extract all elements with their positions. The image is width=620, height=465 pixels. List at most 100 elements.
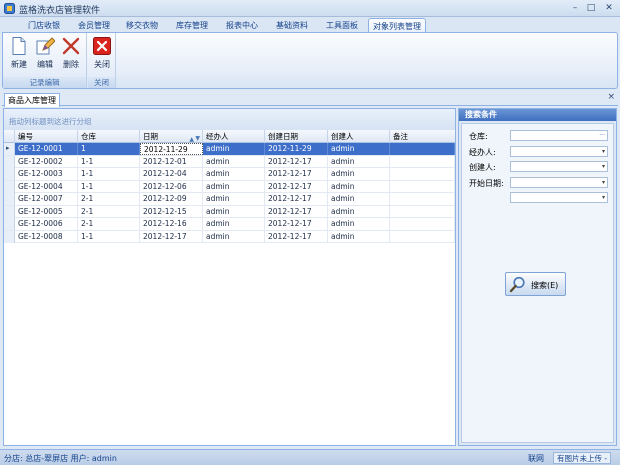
cell-created-date[interactable]: 2012-12-17 [265,230,328,243]
new-button[interactable]: 新建 [7,35,31,75]
row-indicator[interactable] [4,168,15,180]
cell-remark[interactable] [390,180,455,193]
cell-warehouse[interactable]: 2-1 [78,218,140,230]
cell-warehouse[interactable]: 2-1 [78,205,140,218]
cell-creator[interactable]: admin [328,180,390,193]
tab-object-list-management[interactable]: 对象列表管理 [368,18,426,33]
table-row[interactable]: GE-12-0004 1-1 2012-12-06 admin 2012-12-17 ad… [4,180,455,193]
search-button[interactable]: 搜索(E) [505,272,566,296]
cell-warehouse[interactable]: 1-1 [78,155,140,168]
cell-created-date[interactable]: 2012-12-17 [265,193,328,205]
cell-remark[interactable] [390,193,455,205]
cell-code[interactable]: GE-12-0006 [15,218,78,230]
cell-warehouse[interactable]: 1 [78,143,140,155]
chevron-down-icon[interactable]: ▾ [602,193,605,203]
cell-creator[interactable]: admin [328,230,390,243]
cell-code[interactable]: GE-12-0003 [15,168,78,180]
tab-clothes-transfer[interactable]: 移交衣物 [118,18,166,33]
cell-created-date[interactable]: 2012-12-17 [265,180,328,193]
cell-creator[interactable]: admin [328,205,390,218]
cell-date[interactable]: 2012-11-29 [140,143,203,155]
cell-creator[interactable]: admin [328,193,390,205]
delete-button[interactable]: 删除 [59,35,83,75]
column-header-handler[interactable]: 经办人 [203,130,265,143]
cell-created-date[interactable]: 2012-12-17 [265,218,328,230]
ellipsis-icon[interactable]: ··· [599,131,605,141]
cell-handler[interactable]: admin [203,230,265,243]
chevron-down-icon[interactable]: ▾ [602,147,605,157]
cell-remark[interactable] [390,230,455,243]
table-row[interactable]: GE-12-0007 2-1 2012-12-09 admin 2012-12-17 ad… [4,193,455,206]
row-indicator[interactable] [4,230,15,243]
cell-creator[interactable]: admin [328,168,390,180]
row-indicator[interactable] [4,180,15,193]
cell-remark[interactable] [390,168,455,180]
cell-created-date[interactable]: 2012-12-17 [265,168,328,180]
cell-date[interactable]: 2012-12-06 [140,180,203,193]
cell-remark[interactable] [390,205,455,218]
warehouse-input[interactable]: ··· [510,130,608,141]
row-indicator[interactable] [4,193,15,205]
maximize-button[interactable]: □ [584,2,598,14]
handler-select[interactable]: ▾ [510,146,608,157]
tab-member-management[interactable]: 会员管理 [70,18,118,33]
cell-handler[interactable]: admin [203,155,265,168]
chevron-down-icon[interactable]: ▾ [602,162,605,172]
tab-tool-panel[interactable]: 工具面板 [318,18,366,33]
cell-warehouse[interactable]: 2-1 [78,193,140,205]
cell-code[interactable]: GE-12-0005 [15,205,78,218]
edit-button[interactable]: 编辑 [33,35,57,75]
cell-handler[interactable]: admin [203,205,265,218]
cell-created-date[interactable]: 2012-12-17 [265,155,328,168]
tab-basic-data[interactable]: 基础资料 [268,18,316,33]
row-indicator[interactable]: ▸ [4,143,15,155]
tab-report-center[interactable]: 报表中心 [218,18,266,33]
cell-code[interactable]: GE-12-0007 [15,193,78,205]
start-date-picker[interactable]: ▾ [510,177,608,188]
column-header-date[interactable]: 日期 ▲ ▼ [140,130,203,143]
creator-select[interactable]: ▾ [510,161,608,172]
minimize-button[interactable]: – [568,2,582,14]
image-upload-status[interactable]: 有图片未上传 - [553,452,612,464]
column-header-code[interactable]: 编号 [15,130,78,143]
cell-code[interactable]: GE-12-0004 [15,180,78,193]
column-header-creator[interactable]: 创建人 [328,130,390,143]
cell-warehouse[interactable]: 1-1 [78,168,140,180]
column-header-created-date[interactable]: 创建日期 [265,130,328,143]
cell-handler[interactable]: admin [203,218,265,230]
row-indicator[interactable] [4,155,15,168]
document-close-icon[interactable]: × [607,92,615,102]
tab-store-checkout[interactable]: 门店收银 [18,18,70,33]
tab-inventory-management[interactable]: 库存管理 [168,18,216,33]
cell-created-date[interactable]: 2012-11-29 [265,143,328,155]
cell-creator[interactable]: admin [328,155,390,168]
close-button[interactable]: 关闭 [90,35,114,75]
cell-code[interactable]: GE-12-0008 [15,230,78,243]
cell-date[interactable]: 2012-12-17 [140,230,203,243]
table-row[interactable]: GE-12-0002 1-1 2012-12-01 admin 2012-12-17 ad… [4,155,455,168]
table-row[interactable]: GE-12-0006 2-1 2012-12-16 admin 2012-12-17 ad… [4,218,455,231]
cell-remark[interactable] [390,155,455,168]
cell-date[interactable]: 2012-12-15 [140,205,203,218]
cell-date[interactable]: 2012-12-01 [140,155,203,168]
group-by-panel[interactable]: 拖动列标题到这进行分组 [4,109,455,131]
cell-creator[interactable]: admin [328,143,390,155]
cell-created-date[interactable]: 2012-12-17 [265,205,328,218]
table-row[interactable]: GE-12-0005 2-1 2012-12-15 admin 2012-12-17 ad… [4,205,455,218]
column-header-warehouse[interactable]: 仓库 [78,130,140,143]
table-row[interactable]: ▸ GE-12-0001 1 2012-11-29 admin 2012-11-29 adm… [4,143,455,156]
row-indicator[interactable] [4,205,15,218]
cell-handler[interactable]: admin [203,193,265,205]
cell-date[interactable]: 2012-12-09 [140,193,203,205]
cell-code[interactable]: GE-12-0002 [15,155,78,168]
cell-handler[interactable]: admin [203,168,265,180]
cell-remark[interactable] [390,143,455,155]
close-window-button[interactable]: ✕ [602,2,616,14]
cell-date[interactable]: 2012-12-16 [140,218,203,230]
document-tab[interactable]: 商品入库管理 [4,93,60,107]
cell-warehouse[interactable]: 1-1 [78,180,140,193]
table-row[interactable]: GE-12-0008 1-1 2012-12-17 admin 2012-12-17 ad… [4,230,455,243]
column-header-remark[interactable]: 备注 [390,130,455,143]
cell-warehouse[interactable]: 1-1 [78,230,140,243]
table-row[interactable]: GE-12-0003 1-1 2012-12-04 admin 2012-12-17 ad… [4,168,455,181]
